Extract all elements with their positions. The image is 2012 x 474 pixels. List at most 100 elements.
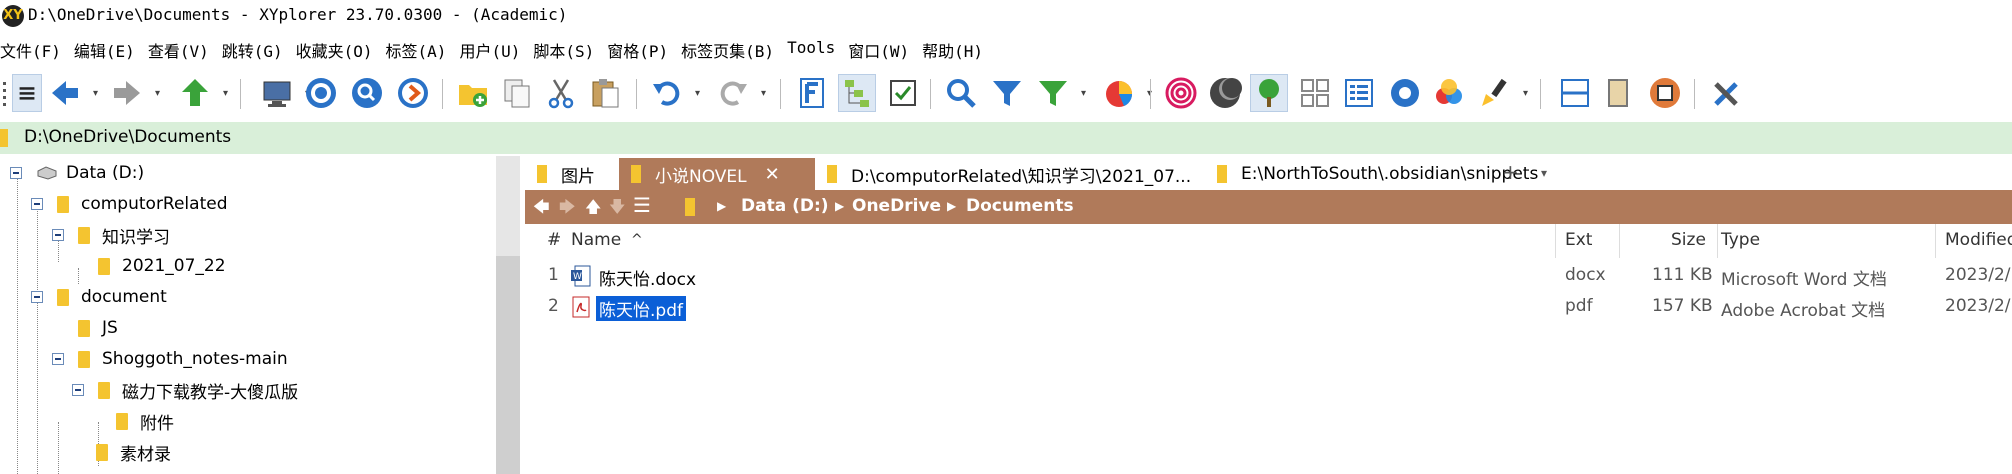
color-filter-icon[interactable] — [1430, 74, 1468, 112]
column-header-size[interactable]: Size — [1671, 230, 1706, 250]
address-bar[interactable]: D:\OneDrive\Documents — [0, 122, 2012, 154]
collapse-toggle-icon[interactable] — [52, 353, 64, 365]
collapse-toggle-icon[interactable] — [52, 229, 64, 241]
details-view-icon[interactable] — [1340, 74, 1378, 112]
menu-tabsets[interactable]: 标签页集(B) — [681, 38, 782, 66]
menu-go[interactable]: 跳转(G) — [222, 38, 291, 66]
file-row[interactable]: 1 W 陈天怡.docx docx 111 KB Microsoft Word … — [525, 262, 2012, 290]
tab-knowledge-path[interactable]: D:\computorRelated\知识学习\2021_07... — [827, 158, 1207, 190]
tab-novel[interactable]: 小说NOVEL ✕ — [619, 158, 815, 190]
menu-tags[interactable]: 标签(A) — [386, 38, 455, 66]
file-size: 111 KB — [1652, 265, 1713, 285]
next-circle-icon[interactable] — [394, 74, 432, 112]
checkbox-icon[interactable] — [884, 74, 922, 112]
box-icon[interactable] — [1646, 74, 1684, 112]
collapse-toggle-icon[interactable] — [31, 198, 43, 210]
tab-obsidian-snippets[interactable]: E:\NorthToSouth\.obsidian\snippets — [1217, 158, 1617, 190]
target-icon[interactable] — [302, 74, 340, 112]
breadcrumb-segment-documents[interactable]: Documents — [966, 196, 1074, 216]
menu-file[interactable]: 文件(F) — [0, 38, 69, 66]
search-circle-icon[interactable] — [348, 74, 386, 112]
copy-icon[interactable] — [498, 74, 536, 112]
breadcrumb-menu-icon[interactable]: ☰ — [633, 193, 651, 217]
tab-list-dropdown-icon[interactable]: ▾ — [1541, 166, 1547, 180]
add-tab-button[interactable]: + — [1502, 160, 1519, 184]
xyplorer-logo-icon[interactable]: XY — [2, 5, 24, 27]
column-divider[interactable] — [1619, 224, 1620, 258]
address-path[interactable]: D:\OneDrive\Documents — [24, 127, 231, 147]
undo-icon[interactable]: ▾ — [648, 74, 700, 112]
folder-icon — [116, 412, 128, 430]
horizontal-split-icon[interactable] — [1556, 74, 1594, 112]
column-header-type[interactable]: Type — [1721, 230, 1760, 250]
paste-icon[interactable] — [586, 74, 624, 112]
tree-item-2021-07-22[interactable]: 2021_07_22 — [98, 251, 226, 281]
tree-item-js[interactable]: JS — [78, 313, 118, 343]
settings-gear-icon[interactable] — [1386, 74, 1424, 112]
up-icon[interactable]: ▾ — [176, 74, 228, 112]
down-small-icon[interactable]: 🡇 — [609, 196, 625, 223]
spiral-icon[interactable] — [1162, 74, 1200, 112]
menu-scripting[interactable]: 脚本(S) — [533, 38, 602, 66]
tree-item-magnet-tutorial[interactable]: 磁力下载教学-大傻瓜版 — [72, 375, 298, 405]
tools-icon[interactable] — [1708, 74, 1746, 112]
menu-panes[interactable]: 窗格(P) — [607, 38, 676, 66]
file-row[interactable]: 2 陈天怡.pdf pdf 157 KB Adobe Acrobat 文档 20… — [525, 293, 2012, 321]
breadcrumb-segment-drive[interactable]: Data (D:) — [741, 196, 829, 216]
collapse-toggle-icon[interactable] — [31, 291, 43, 303]
menu-icon[interactable] — [12, 74, 42, 112]
brush-icon[interactable]: ▾ — [1476, 74, 1528, 112]
tree-item-computorrelated[interactable]: computorRelated — [31, 189, 228, 219]
dark-mode-icon[interactable] — [1206, 74, 1244, 112]
forward-icon[interactable]: ▾ — [108, 74, 160, 112]
cut-icon[interactable] — [542, 74, 580, 112]
collapse-toggle-icon[interactable] — [10, 167, 22, 179]
menu-tools[interactable]: Tools — [787, 38, 843, 66]
find-icon[interactable] — [942, 74, 980, 112]
menu-user[interactable]: 用户(U) — [459, 38, 528, 66]
up-small-icon[interactable]: 🡅 — [585, 196, 601, 223]
column-divider[interactable] — [1555, 224, 1556, 258]
tree-item-data-drive[interactable]: Data (D:) — [10, 158, 144, 188]
toolbar-separator — [240, 79, 241, 109]
column-header-modified[interactable]: Modified — [1945, 230, 2012, 250]
tree-scrollbar[interactable] — [496, 156, 520, 474]
column-header-ext[interactable]: Ext — [1565, 230, 1592, 250]
forward-small-icon[interactable]: 🡆 — [559, 196, 576, 223]
column-divider[interactable] — [1935, 224, 1936, 258]
find-files-icon[interactable] — [794, 74, 832, 112]
collapse-toggle-icon[interactable] — [72, 384, 84, 396]
computer-icon[interactable]: ▾ — [258, 74, 310, 112]
menu-window[interactable]: 窗口(W) — [848, 38, 917, 66]
menu-view[interactable]: 查看(V) — [148, 38, 217, 66]
back-small-icon[interactable]: 🡄 — [533, 196, 550, 223]
file-name-selected[interactable]: 陈天怡.pdf — [596, 296, 686, 321]
column-header-name[interactable]: Name — [571, 230, 621, 250]
tree-icon[interactable] — [1250, 74, 1288, 112]
breadcrumb-segment-onedrive[interactable]: OneDrive — [852, 196, 941, 216]
new-folder-icon[interactable] — [454, 74, 492, 112]
vertical-split-icon[interactable] — [1600, 74, 1638, 112]
column-header-number[interactable]: # — [547, 230, 561, 250]
tree-toggle-icon[interactable] — [838, 74, 876, 112]
tree-item-document[interactable]: document — [31, 282, 167, 312]
redo-icon[interactable]: ▾ — [714, 74, 766, 112]
tree-item-attachments[interactable]: 附件 — [116, 406, 174, 436]
menu-edit[interactable]: 编辑(E) — [74, 38, 143, 66]
menu-favorites[interactable]: 收藏夹(O) — [296, 38, 381, 66]
tree-item-knowledge[interactable]: 知识学习 — [52, 220, 170, 250]
visual-filter-icon[interactable]: ▾ — [1034, 74, 1086, 112]
column-divider[interactable] — [1717, 224, 1718, 258]
chevron-right-icon: ▶ — [835, 199, 845, 213]
tab-pictures[interactable]: 图片 — [537, 158, 617, 190]
scrollbar-thumb[interactable] — [496, 256, 520, 474]
grid-view-icon[interactable] — [1296, 74, 1334, 112]
pie-icon[interactable]: ▾ — [1100, 74, 1152, 112]
filter-icon[interactable] — [988, 74, 1026, 112]
back-icon[interactable]: ▾ — [46, 74, 98, 112]
tree-item-materials[interactable]: 素材录 — [96, 437, 171, 467]
file-name[interactable]: 陈天怡.docx — [599, 265, 696, 290]
tree-item-shoggoth-notes[interactable]: Shoggoth_notes-main — [52, 344, 288, 374]
tab-close-icon[interactable]: ✕ — [765, 164, 780, 185]
menu-help[interactable]: 帮助(H) — [922, 38, 991, 66]
